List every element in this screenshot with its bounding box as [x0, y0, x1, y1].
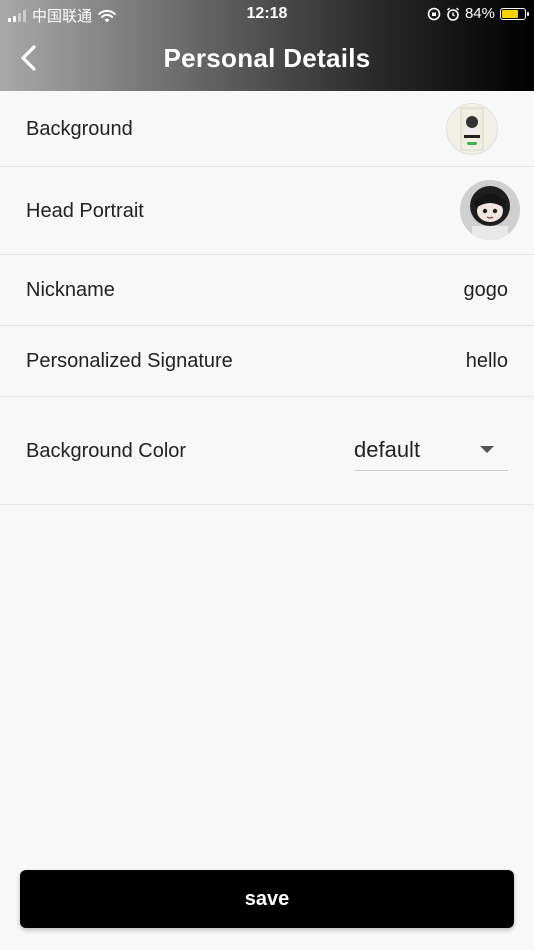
battery-fill	[502, 9, 518, 18]
signature-row[interactable]: Personalized Signature hello	[0, 326, 534, 397]
background-color-label: Background Color	[26, 440, 187, 462]
signature-label: Personalized Signature	[26, 350, 233, 372]
page-title: Personal Details	[163, 43, 371, 73]
save-button[interactable]: save	[20, 870, 514, 928]
status-bar: 中国联通 12:18 84%	[0, 0, 534, 28]
background-row[interactable]: Background	[0, 91, 534, 167]
nickname-value: gogo	[463, 279, 509, 301]
app-header: 中国联通 12:18 84% Personal Details	[0, 0, 534, 91]
avatar-image	[460, 180, 520, 240]
background-color-select[interactable]: default	[354, 427, 508, 471]
background-image	[460, 107, 484, 151]
nav-bar: Personal Details	[0, 28, 534, 91]
signature-value: hello	[465, 350, 508, 372]
alarm-icon	[447, 7, 459, 21]
avatar[interactable]	[460, 180, 520, 240]
background-thumbnail[interactable]	[446, 103, 498, 155]
head-portrait-label: Head Portrait	[26, 200, 144, 222]
nickname-label: Nickname	[26, 279, 115, 301]
caret-down-icon	[480, 446, 494, 453]
battery-icon	[500, 7, 529, 20]
nickname-row[interactable]: Nickname gogo	[0, 255, 534, 326]
status-right: 84%	[427, 5, 529, 22]
head-portrait-row[interactable]: Head Portrait	[0, 167, 534, 255]
rotation-lock-icon	[427, 7, 441, 20]
background-color-selected: default	[354, 437, 421, 462]
battery-percent: 84%	[464, 5, 495, 22]
background-color-row: Background Color default	[0, 397, 534, 505]
background-label: Background	[26, 118, 133, 140]
